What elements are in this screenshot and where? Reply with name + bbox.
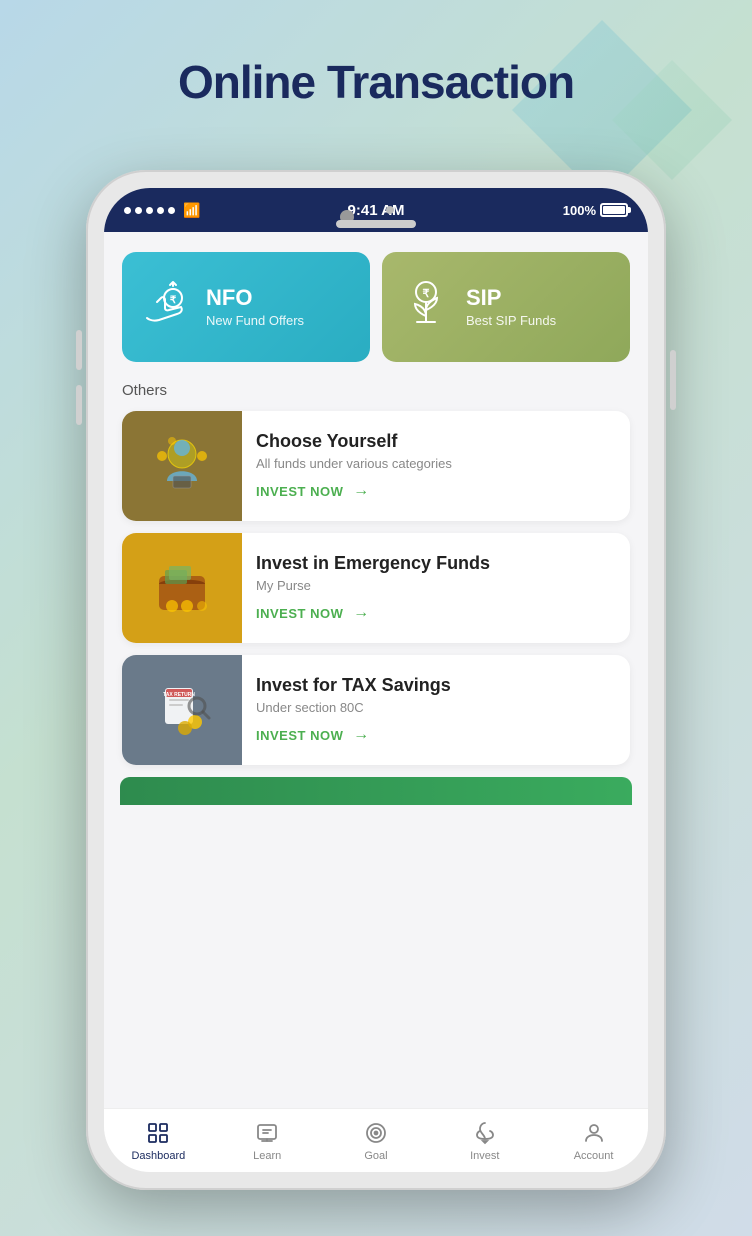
sip-card[interactable]: ₹ SIP Best SIP Funds — [382, 252, 630, 362]
others-section-label: Others — [122, 382, 630, 399]
arrow-right-icon: → — [351, 725, 371, 745]
wifi-icon: 📶 — [183, 202, 200, 219]
status-battery: 100% — [563, 203, 628, 218]
signal-dot — [135, 207, 142, 214]
goal-icon — [363, 1120, 389, 1146]
svg-text:₹: ₹ — [170, 295, 177, 306]
dashboard-icon — [145, 1120, 171, 1146]
learn-icon — [254, 1120, 280, 1146]
svg-text:TAX RETURN: TAX RETURN — [163, 692, 195, 698]
partial-bottom-card — [120, 777, 632, 805]
nfo-card-text: NFO New Fund Offers — [206, 286, 304, 327]
nfo-icon: ₹ — [138, 279, 194, 335]
choose-yourself-image — [122, 411, 242, 521]
emergency-funds-cta[interactable]: INVEST NOW → — [256, 603, 616, 623]
choose-yourself-body: Choose Yourself All funds under various … — [242, 411, 630, 521]
emergency-funds-image — [122, 533, 242, 643]
goal-label: Goal — [364, 1150, 387, 1162]
account-icon — [581, 1120, 607, 1146]
power-button — [670, 350, 676, 410]
choose-yourself-card[interactable]: Choose Yourself All funds under various … — [122, 411, 630, 521]
sip-title: SIP — [466, 286, 556, 310]
volume-up-button — [76, 330, 82, 370]
emergency-funds-title: Invest in Emergency Funds — [256, 553, 616, 574]
tax-savings-subtitle: Under section 80C — [256, 700, 616, 715]
invest-label: Invest — [470, 1150, 499, 1162]
choose-yourself-cta[interactable]: INVEST NOW → — [256, 481, 616, 501]
signal-dot — [168, 207, 175, 214]
signal-dot — [124, 207, 131, 214]
signal-dot — [146, 207, 153, 214]
sip-card-text: SIP Best SIP Funds — [466, 286, 556, 327]
nav-account[interactable]: Account — [539, 1120, 648, 1162]
dashboard-label: Dashboard — [131, 1150, 185, 1162]
fund-cards-row: ₹ NFO New Fund Offers — [122, 252, 630, 362]
battery-fill — [603, 206, 625, 214]
page-title: Online Transaction — [0, 55, 752, 109]
battery-icon — [600, 203, 628, 217]
nav-invest[interactable]: Invest — [430, 1120, 539, 1162]
choose-yourself-subtitle: All funds under various categories — [256, 456, 616, 471]
account-label: Account — [574, 1150, 614, 1162]
bottom-navigation: Dashboard Learn — [104, 1108, 648, 1172]
nfo-title: NFO — [206, 286, 304, 310]
sip-icon: ₹ — [398, 279, 454, 335]
phone-screen: 📶 9:41 AM 100% — [104, 188, 648, 1172]
tax-savings-card[interactable]: TAX RETURN Invest for TAX Savings Under … — [122, 655, 630, 765]
nfo-card[interactable]: ₹ NFO New Fund Offers — [122, 252, 370, 362]
tax-savings-body: Invest for TAX Savings Under section 80C… — [242, 655, 630, 765]
emergency-funds-body: Invest in Emergency Funds My Purse INVES… — [242, 533, 630, 643]
phone-frame: 📶 9:41 AM 100% — [86, 170, 666, 1190]
nav-learn[interactable]: Learn — [213, 1120, 322, 1162]
nav-goal[interactable]: Goal — [322, 1120, 431, 1162]
status-time: 9:41 AM — [348, 202, 405, 219]
svg-text:₹: ₹ — [423, 288, 430, 300]
battery-percentage: 100% — [563, 203, 596, 218]
learn-label: Learn — [253, 1150, 281, 1162]
signal-dot — [157, 207, 164, 214]
invest-icon — [472, 1120, 498, 1146]
arrow-right-icon: → — [351, 481, 371, 501]
nav-dashboard[interactable]: Dashboard — [104, 1120, 213, 1162]
tax-savings-cta[interactable]: INVEST NOW → — [256, 725, 616, 745]
tax-savings-title: Invest for TAX Savings — [256, 675, 616, 696]
phone-sensor-dot — [386, 206, 394, 214]
volume-down-button — [76, 385, 82, 425]
tax-savings-image: TAX RETURN — [122, 655, 242, 765]
choose-yourself-title: Choose Yourself — [256, 431, 616, 452]
emergency-funds-card[interactable]: Invest in Emergency Funds My Purse INVES… — [122, 533, 630, 643]
nfo-subtitle: New Fund Offers — [206, 313, 304, 328]
app-content: ₹ NFO New Fund Offers — [104, 232, 648, 1108]
status-signal: 📶 — [124, 202, 200, 219]
phone-speaker — [336, 220, 416, 228]
emergency-funds-subtitle: My Purse — [256, 578, 616, 593]
arrow-right-icon: → — [351, 603, 371, 623]
sip-subtitle: Best SIP Funds — [466, 313, 556, 328]
